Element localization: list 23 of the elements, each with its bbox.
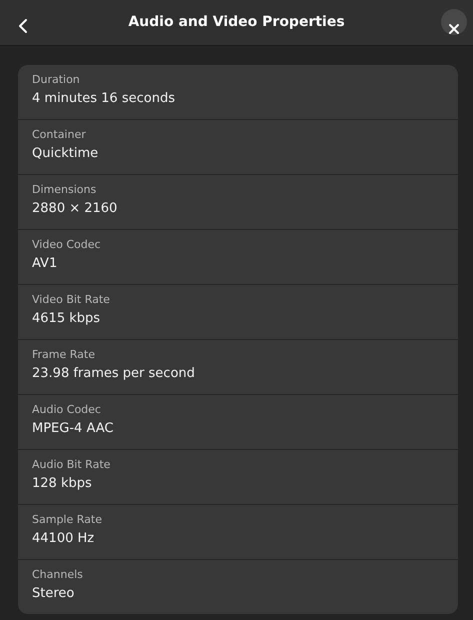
property-label: Frame Rate (32, 347, 96, 363)
property-label: Container (32, 127, 87, 143)
property-value: Quicktime (32, 145, 100, 163)
property-value: 2880 × 2160 (32, 200, 118, 218)
property-value: AV1 (32, 255, 58, 273)
property-label: Audio Codec (32, 402, 102, 418)
property-value: MPEG-4 AAC (32, 420, 114, 438)
property-value: 128 kbps (32, 475, 93, 493)
property-label: Video Codec (32, 237, 102, 253)
property-label: Channels (32, 567, 84, 583)
property-label: Dimensions (32, 182, 98, 198)
property-value: Stereo (32, 585, 76, 603)
property-label: Audio Bit Rate (32, 457, 112, 473)
close-icon (448, 22, 460, 35)
property-label: Duration (32, 72, 81, 88)
property-label: Video Bit Rate (32, 292, 111, 308)
window-title: Audio and Video Properties (128, 13, 345, 32)
close-button[interactable] (441, 9, 467, 35)
property-value: 4615 kbps (32, 310, 102, 328)
property-value: 23.98 frames per second (32, 365, 196, 383)
property-value: 4 minutes 16 seconds (32, 90, 176, 108)
property-label: Sample Rate (32, 512, 103, 528)
property-value: 44100 Hz (32, 530, 96, 548)
